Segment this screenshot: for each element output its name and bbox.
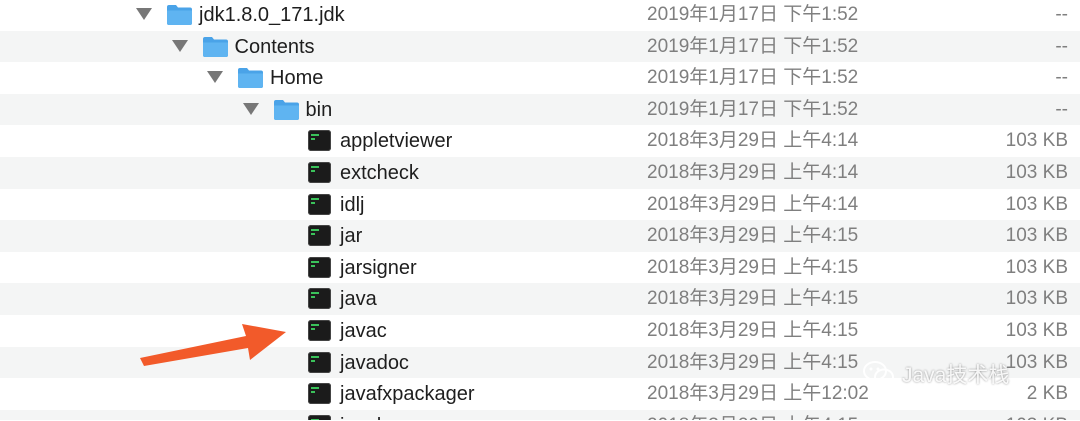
file-size: 103 KB (1005, 319, 1068, 341)
file-row[interactable]: extcheck 2018年3月29日 上午4:14 103 KB (0, 156, 1080, 189)
date-modified: 2018年3月29日 上午4:15 (647, 319, 859, 341)
file-row[interactable]: appletviewer 2018年3月29日 上午4:14 103 KB (0, 125, 1080, 157)
file-row[interactable]: jarsigner 2018年3月29日 上午4:15 103 KB (0, 252, 1080, 284)
date-modified: 2019年1月17日 下午1:52 (647, 98, 859, 120)
file-row[interactable]: java 2018年3月29日 上午4:15 103 KB (0, 283, 1080, 315)
file-row[interactable]: Home 2019年1月17日 下午1:52 -- (0, 62, 1080, 94)
folder-icon (202, 36, 228, 57)
folder-icon (238, 68, 263, 89)
file-name: bin (305, 98, 333, 121)
file-size: -- (1055, 98, 1068, 120)
date-modified: 2018年3月29日 上午4:15 (647, 256, 859, 278)
date-modified: 2018年3月29日 上午12:02 (647, 383, 869, 405)
disclosure-triangle-icon[interactable] (171, 39, 188, 52)
file-name: Home (270, 67, 324, 90)
terminal-exec-icon (308, 383, 331, 405)
file-size: 103 KB (1005, 256, 1068, 278)
file-name: appletviewer (340, 130, 453, 153)
disclosure-triangle-icon[interactable] (136, 8, 152, 20)
file-row[interactable]: idlj 2018年3月29日 上午4:14 103 KB (0, 189, 1080, 221)
date-modified: 2019年1月17日 下午1:52 (647, 67, 859, 89)
file-name: javadoc (340, 351, 409, 374)
file-name: jarsigner (340, 256, 417, 279)
wechat-icon (863, 361, 894, 386)
file-size: 103 KB (1005, 130, 1068, 152)
file-name: javac (340, 319, 387, 342)
date-modified: 2018年3月29日 上午4:15 (647, 413, 858, 420)
file-name: java (340, 288, 377, 311)
file-row[interactable]: jdk1.8.0_171.jdk 2019年1月17日 下午1:52 -- (0, 0, 1080, 31)
date-modified: 2018年3月29日 上午4:14 (647, 130, 859, 152)
disclosure-triangle-icon[interactable] (242, 102, 259, 115)
terminal-exec-icon (308, 130, 331, 152)
date-modified: 2019年1月17日 下午1:52 (647, 35, 859, 57)
file-size: 103 KB (1005, 193, 1068, 215)
folder-icon (167, 5, 192, 25)
terminal-exec-icon (308, 193, 331, 215)
terminal-exec-icon (308, 414, 331, 420)
file-name: javafxpackager (340, 383, 475, 406)
watermark: Java技术栈 (862, 356, 1009, 392)
file-row[interactable]: jar 2018年3月29日 上午4:15 103 KB (0, 220, 1080, 252)
terminal-exec-icon (308, 161, 331, 183)
terminal-exec-icon (308, 256, 331, 278)
disclosure-triangle-icon[interactable] (207, 71, 223, 84)
file-name: Contents (234, 35, 315, 58)
file-name: jdk1.8.0_171.jdk (199, 4, 345, 26)
terminal-exec-icon (308, 225, 331, 247)
date-modified: 2018年3月29日 上午4:15 (647, 225, 859, 247)
file-name: extcheck (340, 161, 419, 184)
terminal-exec-icon (308, 319, 331, 341)
date-modified: 2018年3月29日 上午4:14 (647, 193, 859, 215)
file-name: jar (340, 225, 363, 248)
date-modified: 2018年3月29日 上午4:14 (647, 161, 859, 183)
folder-icon (273, 99, 299, 120)
file-size: 103 KB (1005, 225, 1068, 247)
file-size: 103 KB (1005, 351, 1068, 373)
date-modified: 2018年3月29日 上午4:15 (647, 288, 859, 310)
file-size: -- (1055, 4, 1068, 25)
terminal-exec-icon (308, 288, 331, 310)
file-name: idlj (340, 193, 365, 216)
file-size: -- (1055, 67, 1068, 89)
date-modified: 2019年1月17日 下午1:52 (647, 4, 859, 25)
terminal-exec-icon (308, 351, 331, 373)
watermark-text: Java技术栈 (902, 364, 1010, 387)
file-size: 103 KB (1005, 161, 1068, 183)
file-size: 2 KB (1026, 383, 1068, 405)
file-size: 103 KB (1006, 413, 1068, 420)
red-arrow-icon (140, 324, 286, 366)
date-modified: 2018年3月29日 上午4:15 (647, 351, 859, 373)
file-size: -- (1055, 35, 1068, 57)
file-row[interactable]: javah 2018年3月29日 上午4:15 103 KB (0, 409, 1080, 420)
file-name: javah (340, 413, 388, 420)
file-row[interactable]: Contents 2019年1月17日 下午1:52 -- (0, 30, 1080, 63)
file-row[interactable]: bin 2019年1月17日 下午1:52 -- (0, 93, 1080, 126)
file-size: 103 KB (1005, 288, 1068, 310)
